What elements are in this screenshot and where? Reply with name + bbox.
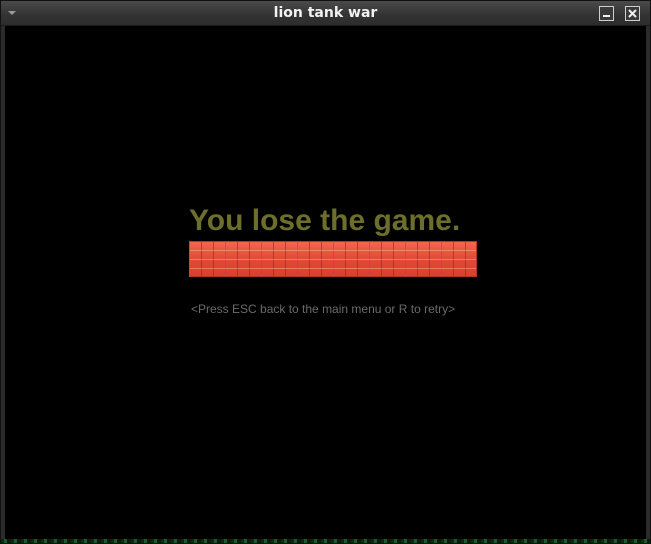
window-title: lion tank war — [273, 5, 378, 21]
brick-banner — [189, 241, 477, 277]
desktop-edge — [1, 539, 650, 543]
close-button[interactable] — [625, 6, 640, 21]
retry-hint: <Press ESC back to the main menu or R to… — [191, 302, 456, 316]
game-over-message: You lose the game. — [189, 204, 461, 237]
game-canvas[interactable]: You lose the game. <Press ESC back to th… — [5, 26, 646, 540]
minimize-button[interactable] — [599, 6, 614, 21]
window-titlebar[interactable]: lion tank war — [1, 1, 650, 26]
close-icon — [628, 9, 637, 18]
game-window: lion tank war You lose the game. <Press … — [0, 0, 651, 544]
minimize-icon — [603, 15, 610, 17]
